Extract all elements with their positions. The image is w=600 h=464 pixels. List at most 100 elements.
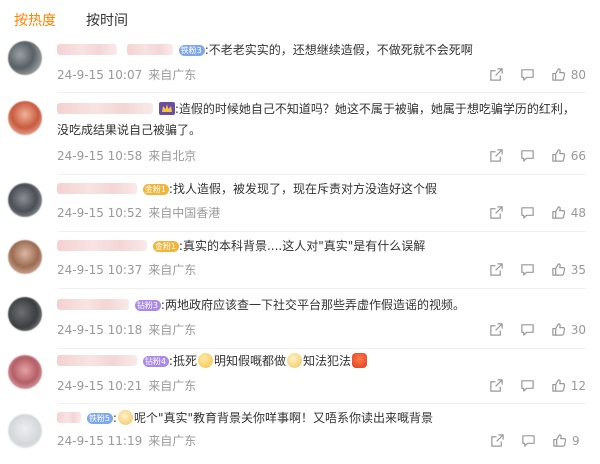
fan-badge[interactable]: 钻粉4 bbox=[142, 356, 169, 367]
timestamp: 24-9-15 10:58 bbox=[57, 149, 143, 163]
username[interactable] bbox=[57, 412, 81, 423]
shocked-emoji-icon bbox=[286, 353, 302, 368]
avatar[interactable] bbox=[8, 297, 42, 331]
comment-meta: 24-9-15 10:18 来自广东 bbox=[57, 321, 196, 338]
like-count: 30 bbox=[570, 322, 586, 337]
location: 来自北京 bbox=[148, 149, 197, 163]
comment-meta: 24-9-15 10:37 来自广东 bbox=[57, 261, 196, 278]
like-icon[interactable] bbox=[552, 433, 567, 448]
fan-badge[interactable]: 铁粉5 bbox=[86, 413, 113, 424]
timestamp: 24-9-15 10:21 bbox=[57, 379, 143, 393]
fan-badge[interactable]: 钻粉3 bbox=[134, 300, 161, 311]
username[interactable] bbox=[57, 183, 137, 194]
comment-content: 知法犯法 bbox=[302, 354, 351, 368]
comment-list: 铁粉3:不老老实实的，还想继续造假，不做死就不会死啊 24-9-15 10:07… bbox=[0, 34, 600, 464]
like-icon[interactable] bbox=[551, 378, 566, 393]
timestamp: 24-9-15 10:37 bbox=[57, 263, 143, 277]
comment-icon[interactable] bbox=[520, 67, 535, 82]
comment-text: :造假的时候她自己不知道吗？她这不属于被骗，她属于想吃骗学历的红利，没吃成结果说… bbox=[57, 99, 586, 141]
share-icon[interactable] bbox=[489, 322, 504, 337]
fan-badge[interactable]: 铁粉3 bbox=[178, 45, 205, 56]
comment-item: 铁粉5: 呢个"真实"教育背景关你咩事啊！又唔系你读出来嘅背景 24-9-15 1… bbox=[0, 404, 600, 464]
username[interactable] bbox=[57, 299, 129, 310]
crown-icon bbox=[158, 102, 175, 115]
share-icon[interactable] bbox=[489, 205, 504, 220]
comment-text: 金粉1:找人造假，被发现了，现在斥责对方没造好这个假 bbox=[57, 179, 586, 200]
comment-actions: 66 bbox=[473, 148, 586, 163]
comment-content: :两地政府应该查一下社交平台那些弄虚作假造谣的视频。 bbox=[160, 298, 465, 312]
comment-icon[interactable] bbox=[520, 148, 535, 163]
avatar[interactable] bbox=[8, 414, 42, 448]
comment-text: 铁粉5: 呢个"真实"教育背景关你咩事啊！又唔系你读出来嘅背景 bbox=[57, 408, 586, 429]
username[interactable] bbox=[57, 44, 117, 55]
location: 来自中国香港 bbox=[148, 206, 221, 220]
tab-time[interactable]: 按时间 bbox=[86, 10, 128, 30]
comment-content: :不老老实实的，还想继续造假，不做死就不会死啊 bbox=[204, 43, 473, 57]
share-icon[interactable] bbox=[489, 262, 504, 277]
username[interactable] bbox=[126, 44, 173, 55]
comment-meta: 24-9-15 11:19 来自广东 bbox=[57, 432, 196, 449]
username[interactable] bbox=[57, 103, 153, 114]
like-icon[interactable] bbox=[551, 262, 566, 277]
comment-text: 钻粉4:抵死 明知假嘅都做 知法犯法 bbox=[57, 351, 586, 372]
like-count: 35 bbox=[570, 262, 586, 277]
comment-item: 钻粉4:抵死 明知假嘅都做 知法犯法 24-9-15 10:21 来自广东 12 bbox=[0, 349, 600, 404]
location: 来自广东 bbox=[148, 434, 197, 448]
comment-actions: 48 bbox=[473, 205, 586, 220]
location: 来自广东 bbox=[148, 379, 197, 393]
tab-hot[interactable]: 按热度 bbox=[14, 10, 56, 30]
like-icon[interactable] bbox=[551, 205, 566, 220]
username[interactable] bbox=[57, 355, 137, 366]
comment-item: :造假的时候她自己不知道吗？她这不属于被骗，她属于想吃骗学历的红利，没吃成结果说… bbox=[0, 93, 600, 175]
comment-actions: 9 bbox=[474, 433, 586, 448]
location: 来自广东 bbox=[148, 323, 197, 337]
comment-content: : bbox=[112, 411, 117, 425]
comment-actions: 35 bbox=[473, 262, 586, 277]
comment-icon[interactable] bbox=[520, 262, 535, 277]
username[interactable] bbox=[57, 240, 147, 251]
share-icon[interactable] bbox=[490, 433, 505, 448]
comment-item: 金粉1:真实的本科背景....这人对"真实"是有什么误解 24-9-15 10:… bbox=[0, 232, 600, 289]
fan-badge[interactable]: 金粉1 bbox=[142, 184, 169, 195]
comment-content: 明知假嘅都做 bbox=[213, 354, 286, 368]
comment-content: :找人造假，被发现了，现在斥责对方没造好这个假 bbox=[168, 182, 437, 196]
avatar[interactable] bbox=[8, 183, 42, 217]
share-icon[interactable] bbox=[489, 378, 504, 393]
avatar[interactable] bbox=[8, 355, 42, 389]
timestamp: 24-9-15 11:19 bbox=[57, 434, 143, 448]
avatar[interactable] bbox=[8, 41, 42, 75]
comment-meta: 24-9-15 10:52 来自中国香港 bbox=[57, 204, 220, 221]
location: 来自广东 bbox=[148, 263, 197, 277]
grin-emoji-icon bbox=[197, 353, 213, 368]
like-icon[interactable] bbox=[551, 148, 566, 163]
comment-meta: 24-9-15 10:07 来自广东 bbox=[57, 66, 196, 83]
fan-badge[interactable]: 金粉1 bbox=[152, 241, 179, 252]
comment-actions: 12 bbox=[473, 378, 586, 393]
red-packet-emoji-icon bbox=[352, 353, 367, 368]
comment-actions: 80 bbox=[473, 67, 586, 82]
comment-text: 钻粉3:两地政府应该查一下社交平台那些弄虚作假造谣的视频。 bbox=[57, 295, 586, 316]
comment-icon[interactable] bbox=[520, 205, 535, 220]
sort-tabs: 按热度 按时间 bbox=[14, 8, 158, 32]
comment-text: 铁粉3:不老老实实的，还想继续造假，不做死就不会死啊 bbox=[57, 40, 586, 61]
timestamp: 24-9-15 10:18 bbox=[57, 323, 143, 337]
comment-icon[interactable] bbox=[521, 433, 536, 448]
like-icon[interactable] bbox=[551, 322, 566, 337]
share-icon[interactable] bbox=[489, 148, 504, 163]
comment-meta: 24-9-15 10:58 来自北京 bbox=[57, 147, 196, 164]
timestamp: 24-9-15 10:07 bbox=[57, 68, 143, 82]
avatar[interactable] bbox=[8, 101, 42, 135]
like-count: 66 bbox=[570, 148, 586, 163]
cat-emoji-icon bbox=[117, 410, 133, 425]
comment-text: 金粉1:真实的本科背景....这人对"真实"是有什么误解 bbox=[57, 236, 586, 257]
comment-content: :真实的本科背景....这人对"真实"是有什么误解 bbox=[178, 239, 426, 253]
avatar[interactable] bbox=[8, 240, 42, 274]
like-count: 9 bbox=[572, 433, 580, 448]
comment-actions: 30 bbox=[473, 322, 586, 337]
comment-item: 铁粉3:不老老实实的，还想继续造假，不做死就不会死啊 24-9-15 10:07… bbox=[0, 34, 600, 93]
share-icon[interactable] bbox=[489, 67, 504, 82]
comment-icon[interactable] bbox=[520, 378, 535, 393]
like-icon[interactable] bbox=[551, 67, 566, 82]
comment-icon[interactable] bbox=[520, 322, 535, 337]
comment-content: :抵死 bbox=[168, 354, 197, 368]
